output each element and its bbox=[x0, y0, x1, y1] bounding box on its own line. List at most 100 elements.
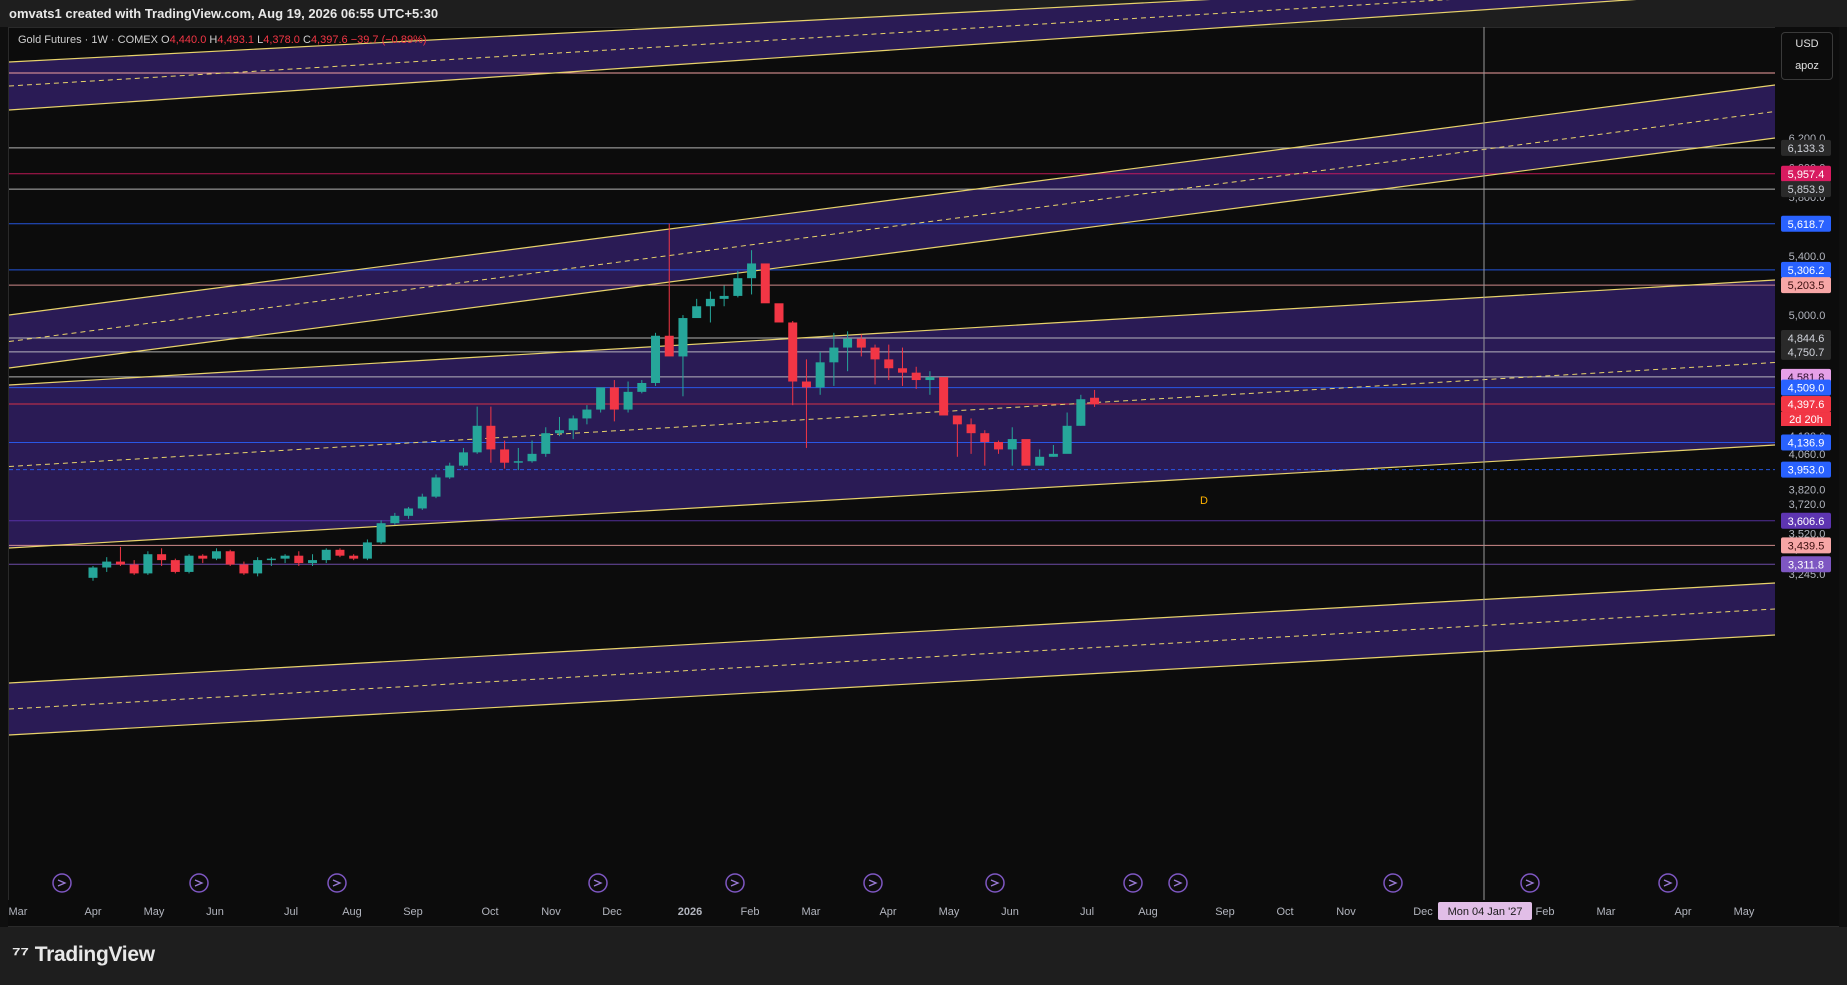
price-level-label-7: 4,750.7 bbox=[1788, 347, 1825, 359]
candle-body-62 bbox=[939, 377, 949, 416]
candle-body-32 bbox=[527, 453, 537, 462]
candle-body-43 bbox=[678, 318, 688, 357]
candle-body-53 bbox=[815, 362, 825, 388]
candle-body-34 bbox=[554, 430, 564, 434]
event-marker-icon-1[interactable] bbox=[189, 873, 209, 893]
event-marker-icon-8[interactable] bbox=[1168, 873, 1188, 893]
event-marker-icon-2[interactable] bbox=[327, 873, 347, 893]
symbol-legend: Gold Futures · 1W · COMEX O4,440.0 H4,49… bbox=[18, 34, 427, 46]
candle-body-4 bbox=[143, 554, 153, 574]
time-tick-label-9: Dec bbox=[602, 906, 622, 918]
symbol-name[interactable]: Gold Futures · 1W · COMEX bbox=[18, 34, 158, 46]
time-tick-label-16: Jul bbox=[1080, 906, 1094, 918]
candle-body-70 bbox=[1048, 453, 1058, 457]
candle-body-36 bbox=[582, 409, 592, 419]
candle-body-61 bbox=[925, 377, 935, 381]
candle-body-60 bbox=[911, 372, 921, 381]
time-tick-label-6: Sep bbox=[403, 906, 423, 918]
time-tick-label-21: Dec bbox=[1413, 906, 1433, 918]
event-arrow-icon-1 bbox=[194, 879, 204, 887]
price-axis[interactable]: 6,200.06,000.05,800.05,400.05,000.04,840… bbox=[1775, 27, 1839, 926]
event-marker-icon-5[interactable] bbox=[863, 873, 883, 893]
candle-body-19 bbox=[349, 555, 359, 559]
time-tick-label-18: Sep bbox=[1215, 906, 1235, 918]
chart-canvas[interactable]: 6,200.06,000.05,800.05,400.05,000.04,840… bbox=[0, 0, 1847, 927]
candle-body-26 bbox=[445, 465, 455, 478]
candle-body-67 bbox=[1007, 439, 1017, 450]
candle-body-23 bbox=[404, 508, 414, 516]
event-arrow-icon-5 bbox=[868, 879, 878, 887]
candle-body-17 bbox=[321, 549, 331, 561]
candle-body-65 bbox=[980, 433, 990, 443]
candle-body-3 bbox=[129, 564, 139, 574]
price-level-label-10: 4,397.6 bbox=[1788, 399, 1825, 411]
candle-body-55 bbox=[843, 338, 853, 348]
tradingview-logo[interactable]: ⁷⁷ TradingView bbox=[12, 943, 155, 967]
drawing-marker-d[interactable]: D bbox=[1200, 495, 1208, 507]
close-value: 4,397.6 bbox=[310, 34, 348, 46]
candle-body-16 bbox=[308, 560, 318, 564]
candle-body-73 bbox=[1090, 397, 1100, 405]
time-tick-label-10: 2026 bbox=[678, 906, 702, 918]
event-arrow-icon-0 bbox=[57, 879, 67, 887]
event-arrow-icon-3 bbox=[593, 879, 603, 887]
unit-label: apoz bbox=[1795, 60, 1819, 72]
time-tick-label-15: Jun bbox=[1001, 906, 1019, 918]
event-marker-icon-10[interactable] bbox=[1520, 873, 1540, 893]
candle-body-71 bbox=[1062, 425, 1072, 454]
candle-body-15 bbox=[294, 555, 304, 564]
time-tick-label-1: Apr bbox=[84, 906, 101, 918]
candle-body-5 bbox=[157, 554, 167, 561]
event-marker-icon-11[interactable] bbox=[1658, 873, 1678, 893]
event-marker-icon-4[interactable] bbox=[725, 873, 745, 893]
event-marker-icon-6[interactable] bbox=[985, 873, 1005, 893]
high-value: 4,493.1 bbox=[217, 34, 255, 46]
price-level-label-12: 3,953.0 bbox=[1788, 465, 1825, 477]
candle-body-29 bbox=[486, 425, 496, 450]
candle-body-11 bbox=[239, 564, 249, 574]
channel-midline-3[interactable] bbox=[8, 608, 1776, 710]
footer-bar bbox=[0, 927, 1847, 985]
event-arrow-icon-8 bbox=[1173, 879, 1183, 887]
change-value: −39.7 (−0.89%) bbox=[350, 34, 427, 46]
candle-body-28 bbox=[472, 425, 482, 453]
candle-body-68 bbox=[1021, 439, 1031, 466]
event-marker-icon-0[interactable] bbox=[52, 873, 72, 893]
candle-body-37 bbox=[596, 387, 606, 410]
price-level-label-3: 5,618.7 bbox=[1788, 219, 1825, 231]
candle-body-41 bbox=[651, 335, 661, 383]
event-markers[interactable] bbox=[52, 873, 1678, 893]
time-tick-label-0: Mar bbox=[9, 906, 28, 918]
candle-body-13 bbox=[266, 558, 276, 561]
currency-unit-button[interactable]: USD apoz bbox=[1781, 32, 1833, 80]
price-level-label-5: 5,203.5 bbox=[1788, 280, 1825, 292]
price-level-label-11: 4,136.9 bbox=[1788, 437, 1825, 449]
event-marker-icon-7[interactable] bbox=[1123, 873, 1143, 893]
candle-body-40 bbox=[637, 382, 647, 392]
candle-body-0 bbox=[88, 567, 98, 578]
event-arrow-icon-10 bbox=[1525, 879, 1535, 887]
open-label: O bbox=[161, 34, 170, 46]
candle-body-51 bbox=[788, 322, 798, 382]
time-tick-label-11: Feb bbox=[741, 906, 760, 918]
time-tick-label-24: Apr bbox=[1674, 906, 1691, 918]
candle-body-20 bbox=[362, 542, 372, 559]
crosshair-time-label: Mon 04 Jan '27 bbox=[1448, 906, 1523, 918]
candle-body-48 bbox=[747, 263, 757, 279]
candle-body-35 bbox=[568, 418, 578, 431]
candle-body-39 bbox=[623, 391, 633, 410]
channel-line-1-0[interactable] bbox=[8, 84, 1776, 316]
open-value: 4,440.0 bbox=[169, 34, 207, 46]
candle-body-66 bbox=[994, 442, 1004, 450]
candle-body-59 bbox=[897, 368, 907, 373]
time-tick-label-23: Mar bbox=[1597, 906, 1616, 918]
candle-body-25 bbox=[431, 477, 441, 497]
candle-body-22 bbox=[390, 515, 400, 524]
price-level-label-0: 6,133.3 bbox=[1788, 143, 1825, 155]
candle-body-7 bbox=[184, 555, 194, 572]
event-marker-icon-9[interactable] bbox=[1383, 873, 1403, 893]
price-tick-label-11: 3,720.0 bbox=[1789, 499, 1826, 511]
event-marker-icon-3[interactable] bbox=[588, 873, 608, 893]
time-axis[interactable]: Mar Apr May Jun Jul Aug Sep Oct Nov Dec 2026 Feb Mar… bbox=[8, 900, 1775, 926]
time-tick-label-8: Nov bbox=[541, 906, 561, 918]
